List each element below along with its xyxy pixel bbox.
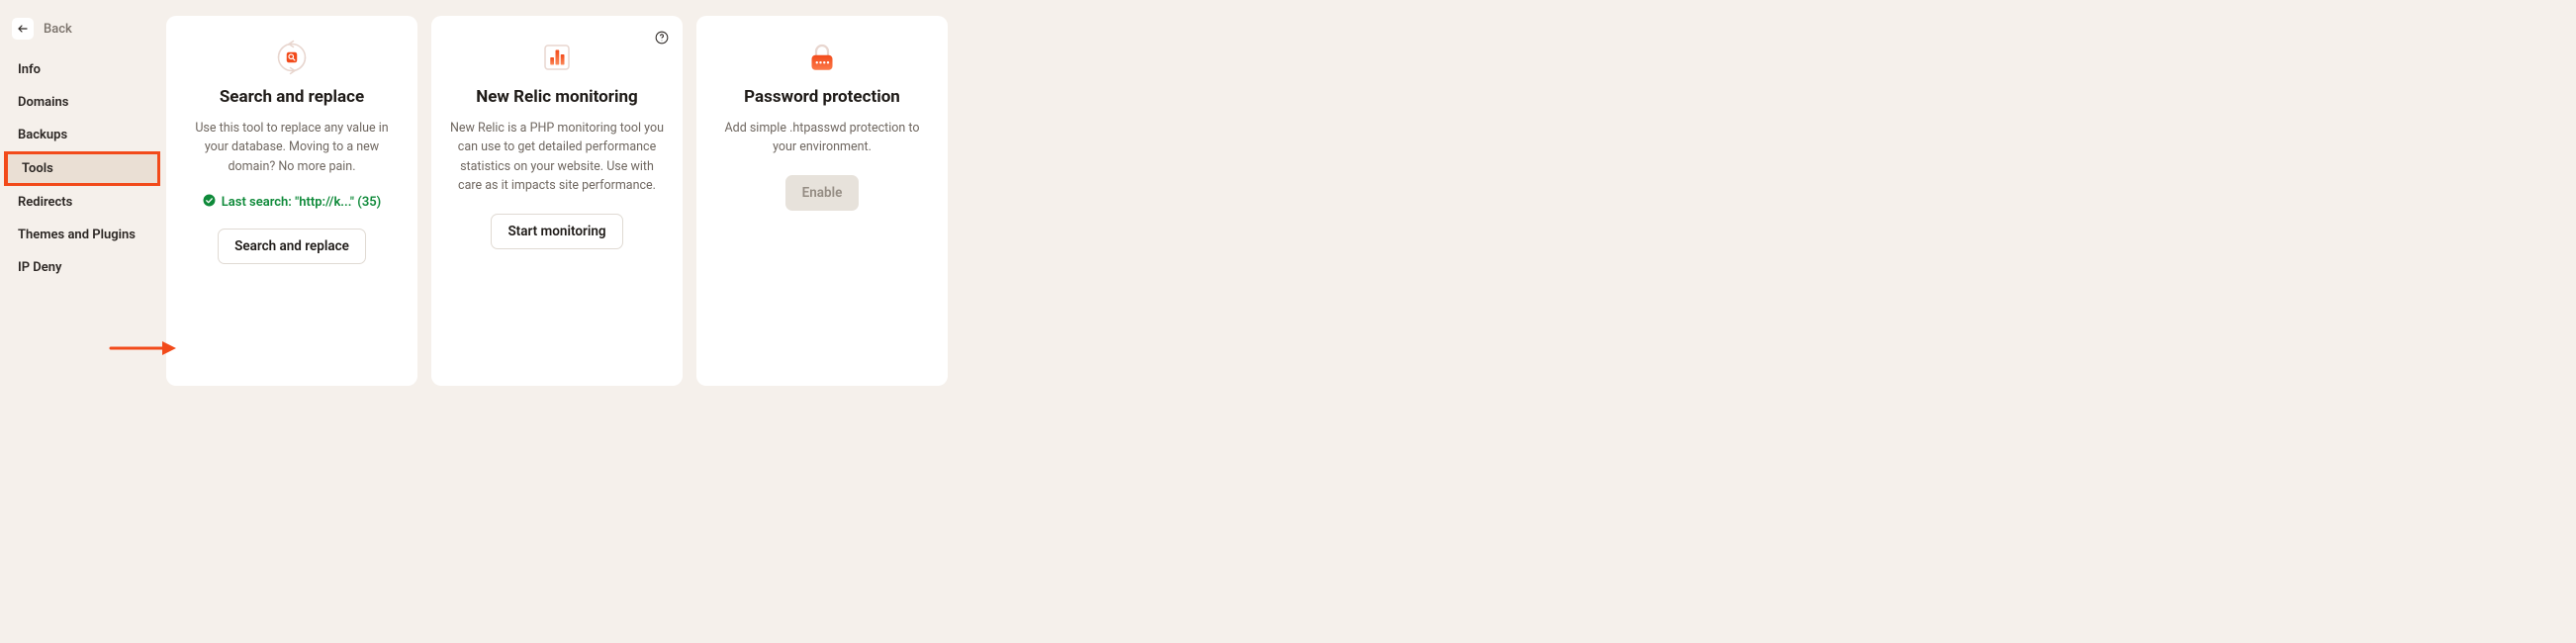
card-password-protection: Password protection Add simple .htpasswd… [696,16,948,386]
sidebar: Back Info Domains Backups Tools Redirect… [0,0,160,386]
search-and-replace-button[interactable]: Search and replace [218,229,366,264]
help-icon[interactable] [655,30,669,48]
back-nav[interactable]: Back [0,18,160,53]
sidebar-item-domains[interactable]: Domains [0,86,160,119]
monitoring-chart-icon [449,38,665,77]
arrow-left-icon [17,20,29,39]
card-title: New Relic monitoring [449,87,665,107]
sidebar-item-ip-deny[interactable]: IP Deny [0,251,160,284]
card-new-relic: New Relic monitoring New Relic is a PHP … [431,16,683,386]
card-search-replace: Search and replace Use this tool to repl… [166,16,417,386]
card-title: Search and replace [184,87,400,107]
cards-area: Search and replace Use this tool to repl… [160,0,1545,386]
search-replace-icon [184,38,400,77]
card-description: Add simple .htpasswd protection to your … [714,119,930,157]
start-monitoring-button[interactable]: Start monitoring [491,214,622,249]
sidebar-item-themes-plugins[interactable]: Themes and Plugins [0,219,160,251]
enable-button[interactable]: Enable [785,175,860,211]
back-label: Back [44,22,72,37]
sidebar-item-info[interactable]: Info [0,53,160,86]
sidebar-item-redirects[interactable]: Redirects [0,186,160,219]
sidebar-item-tools[interactable]: Tools [4,151,160,186]
last-search-status: Last search: "http://k..." (35) [184,194,400,211]
card-description: New Relic is a PHP monitoring tool you c… [449,119,665,196]
back-button[interactable] [12,18,34,40]
lock-icon [714,38,930,77]
card-description: Use this tool to replace any value in yo… [184,119,400,176]
card-title: Password protection [714,87,930,107]
status-text: Last search: "http://k..." (35) [222,195,382,210]
sidebar-item-backups[interactable]: Backups [0,119,160,151]
check-circle-icon [203,194,216,211]
